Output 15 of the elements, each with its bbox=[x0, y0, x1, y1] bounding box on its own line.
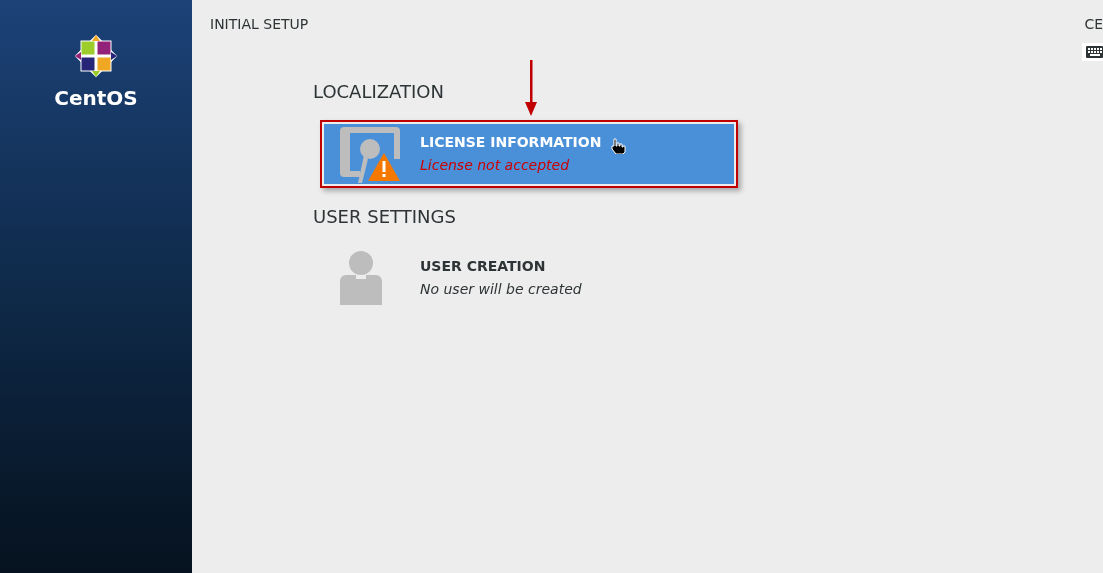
license-warning-icon bbox=[340, 125, 402, 183]
spoke-status: License not accepted bbox=[420, 156, 571, 175]
hand-cursor-icon bbox=[610, 138, 626, 154]
annotation-arrow bbox=[525, 60, 537, 117]
spoke-title: LICENSE INFORMATION bbox=[420, 133, 602, 152]
user-icon bbox=[340, 251, 382, 305]
product-title: CE bbox=[1084, 15, 1103, 34]
section-heading: LOCALIZATION bbox=[313, 80, 445, 104]
page-title: INITIAL SETUP bbox=[210, 15, 309, 34]
keyboard-icon bbox=[1086, 45, 1103, 59]
spoke-button[interactable]: USER CREATION No user will be created bbox=[324, 248, 734, 308]
logo-text: CentOS bbox=[54, 85, 138, 112]
section-heading: USER SETTINGS bbox=[313, 205, 457, 229]
spoke-status: No user will be created bbox=[420, 280, 582, 299]
spoke-title: USER CREATION bbox=[420, 257, 547, 276]
